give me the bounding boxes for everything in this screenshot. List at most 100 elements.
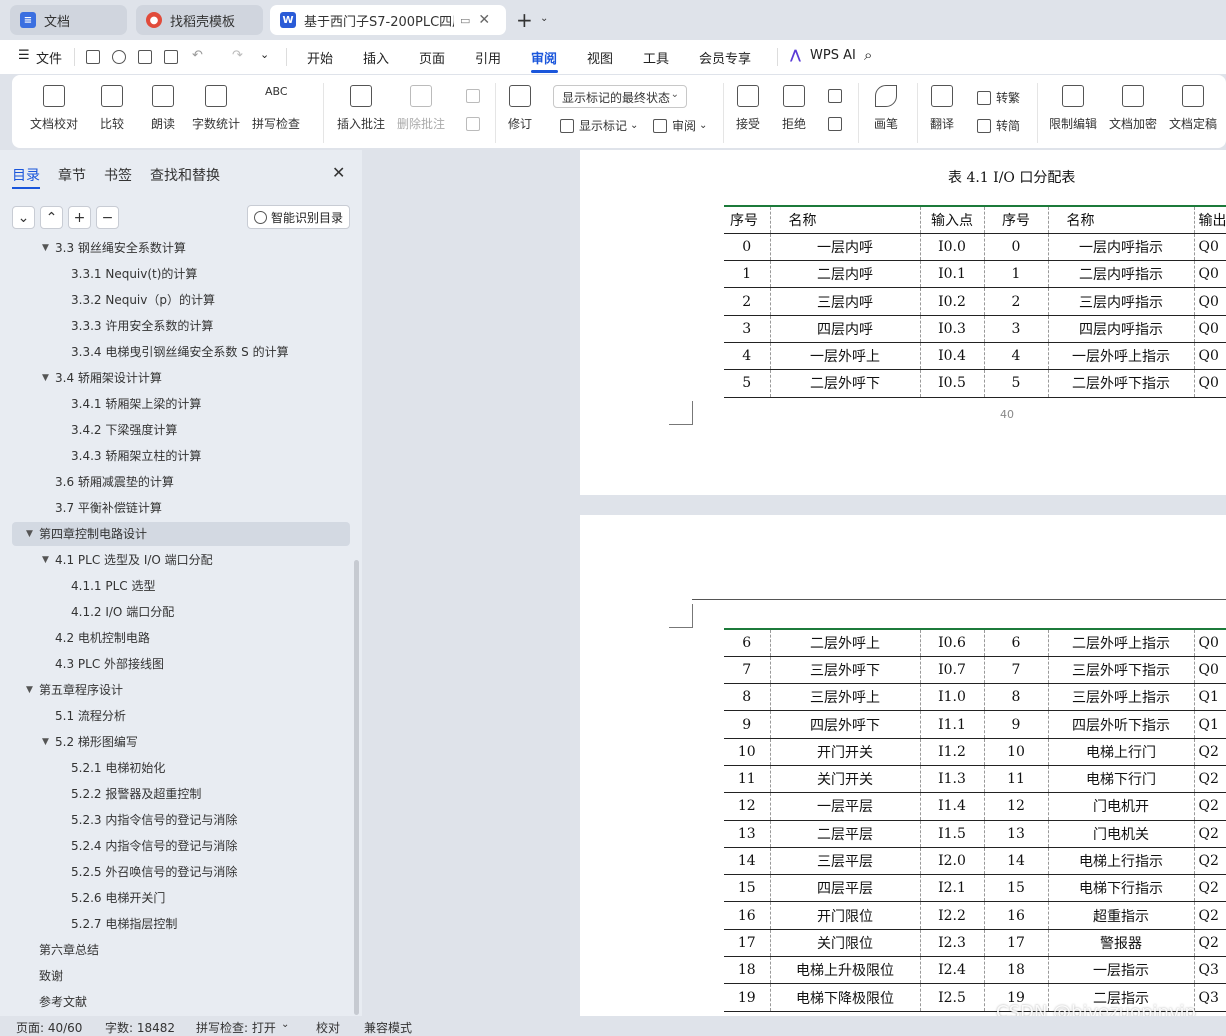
word-count-button[interactable]: 字数统计 bbox=[192, 83, 240, 132]
toc-item[interactable]: 致谢 bbox=[12, 964, 350, 988]
toc-item[interactable]: 5.2.5 外召唤信号的登记与消除 bbox=[12, 860, 350, 884]
word-count[interactable]: 字数: 18482 bbox=[105, 1019, 175, 1036]
next-comment-icon[interactable] bbox=[466, 117, 480, 131]
reject-button[interactable]: 拒绝 bbox=[782, 83, 806, 132]
spell-check-button[interactable]: ABC 拼写检查 bbox=[252, 83, 300, 132]
menu-wps-ai[interactable]: WPS AI bbox=[810, 48, 856, 63]
hamburger-icon[interactable]: ☰ bbox=[18, 48, 30, 63]
share-icon[interactable] bbox=[112, 50, 126, 64]
toc-item[interactable]: 3.6 轿厢减震垫的计算 bbox=[12, 470, 350, 494]
add-heading-button[interactable]: + bbox=[68, 206, 91, 229]
toc-item[interactable]: 5.2.4 内指令信号的登记与消除 bbox=[12, 834, 350, 858]
menu-insert[interactable]: 插入 bbox=[363, 48, 389, 67]
markup-display-select[interactable]: 显示标记的最终状态 ⌄ bbox=[553, 85, 687, 108]
print-preview-icon[interactable] bbox=[164, 50, 178, 64]
menu-member[interactable]: 会员专享 bbox=[699, 48, 751, 67]
menu-view[interactable]: 视图 bbox=[587, 48, 613, 67]
review-pane-button[interactable]: 审阅 ⌄ bbox=[653, 117, 707, 134]
compare-button[interactable]: 比较 bbox=[100, 83, 124, 132]
expand-down-button[interactable]: ⌄ bbox=[12, 206, 35, 229]
expand-arrow-icon[interactable]: ▼ bbox=[26, 522, 33, 546]
next-change-icon[interactable] bbox=[828, 117, 842, 131]
toc-item[interactable]: 3.4.2 下梁强度计算 bbox=[12, 418, 350, 442]
tab-find-replace[interactable]: 查找和替换 bbox=[150, 165, 220, 185]
tab-documents[interactable]: ≡ 文档 bbox=[10, 5, 127, 35]
toc-item[interactable]: 3.4.3 轿厢架立柱的计算 bbox=[12, 444, 350, 468]
close-icon[interactable]: ✕ bbox=[332, 163, 345, 182]
toc-item[interactable]: ▼ 第五章程序设计 bbox=[12, 678, 350, 702]
toc-item[interactable]: 3.3.4 电梯曳引钢丝绳安全系数 S 的计算 bbox=[12, 340, 350, 364]
translate-button[interactable]: 翻译 bbox=[930, 83, 954, 132]
toc-item[interactable]: ▼ 3.4 轿厢架设计计算 bbox=[12, 366, 350, 390]
undo-icon[interactable]: ↶ bbox=[192, 48, 203, 63]
toc-item[interactable]: 5.2.2 报警器及超重控制 bbox=[12, 782, 350, 806]
finalize-button[interactable]: 文档定稿 bbox=[1169, 83, 1217, 132]
restrict-edit-button[interactable]: 限制编辑 bbox=[1049, 83, 1097, 132]
remove-heading-button[interactable]: − bbox=[96, 206, 119, 229]
prev-change-icon[interactable] bbox=[828, 89, 842, 103]
tab-templates[interactable]: ● 找稻壳模板 bbox=[136, 5, 263, 35]
read-aloud-button[interactable]: 朗读 bbox=[151, 83, 175, 132]
track-changes-button[interactable]: 修订 bbox=[508, 83, 532, 132]
encrypt-button[interactable]: 文档加密 bbox=[1109, 83, 1157, 132]
toc-item[interactable]: 5.2.3 内指令信号的登记与消除 bbox=[12, 808, 350, 832]
insert-comment-button[interactable]: 插入批注 bbox=[337, 83, 385, 132]
toc-item[interactable]: 5.1 流程分析 bbox=[12, 704, 350, 728]
toc-item[interactable]: 5.2.7 电梯指层控制 bbox=[12, 912, 350, 936]
toc-item[interactable]: 4.1.2 I/O 端口分配 bbox=[12, 600, 350, 624]
tab-current-document[interactable]: W 基于西门子S7-200PLC四层电 ▭ ✕ bbox=[270, 5, 506, 35]
toc-item[interactable]: 5.2.6 电梯开关门 bbox=[12, 886, 350, 910]
accept-button[interactable]: 接受 bbox=[736, 83, 760, 132]
menu-tools[interactable]: 工具 bbox=[643, 48, 669, 67]
scrollbar[interactable] bbox=[354, 560, 359, 1015]
toc-item[interactable]: ▼ 3.3 钢丝绳安全系数计算 bbox=[12, 240, 350, 260]
print-icon[interactable] bbox=[138, 50, 152, 64]
toc-item[interactable]: 4.1.1 PLC 选型 bbox=[12, 574, 350, 598]
expand-arrow-icon[interactable]: ▼ bbox=[42, 366, 49, 390]
toc-item[interactable]: 4.2 电机控制电路 bbox=[12, 626, 350, 650]
toc-item[interactable]: 第六章总结 bbox=[12, 938, 350, 962]
chevron-down-icon[interactable]: ⌄ bbox=[260, 48, 269, 61]
menu-review[interactable]: 审阅 bbox=[531, 48, 557, 67]
tab-toc[interactable]: 目录 bbox=[12, 165, 40, 185]
search-icon[interactable]: ⌕ bbox=[864, 46, 872, 64]
toc-item[interactable]: 4.3 PLC 外部接线图 bbox=[12, 652, 350, 676]
chevron-down-icon[interactable]: ⌄ bbox=[540, 13, 548, 24]
expand-arrow-icon[interactable]: ▼ bbox=[42, 730, 49, 754]
expand-arrow-icon[interactable]: ▼ bbox=[42, 240, 49, 260]
spell-check-status[interactable]: 拼写检查: 打开 bbox=[196, 1019, 276, 1036]
toc-item[interactable]: 5.2.1 电梯初始化 bbox=[12, 756, 350, 780]
pen-button[interactable]: 画笔 bbox=[874, 83, 898, 132]
tab-chapters[interactable]: 章节 bbox=[58, 165, 86, 185]
toc-item[interactable]: 3.7 平衡补偿链计算 bbox=[12, 496, 350, 520]
toc-item[interactable]: ▼ 第四章控制电路设计 bbox=[12, 522, 350, 546]
close-icon[interactable]: ✕ bbox=[478, 12, 490, 28]
toc-item[interactable]: 参考文献 bbox=[12, 990, 350, 1014]
menu-file[interactable]: 文件 bbox=[36, 48, 62, 67]
toc-item[interactable]: 3.4.1 轿厢架上梁的计算 bbox=[12, 392, 350, 416]
toc-item[interactable]: 3.3.3 许用安全系数的计算 bbox=[12, 314, 350, 338]
menu-reference[interactable]: 引用 bbox=[475, 48, 501, 67]
expand-arrow-icon[interactable]: ▼ bbox=[26, 678, 33, 702]
to-simplified-button[interactable]: 转简 bbox=[977, 117, 1020, 134]
tab-bookmarks[interactable]: 书签 bbox=[104, 165, 132, 185]
to-traditional-button[interactable]: 转繁 bbox=[977, 89, 1020, 106]
menu-page[interactable]: 页面 bbox=[419, 48, 445, 67]
collapse-up-button[interactable]: ⌃ bbox=[40, 206, 63, 229]
prev-comment-icon[interactable] bbox=[466, 89, 480, 103]
delete-comment-button[interactable]: 删除批注 bbox=[397, 83, 445, 132]
menu-start[interactable]: 开始 bbox=[307, 48, 333, 67]
toc-item[interactable]: 3.3.2 Nequiv（p）的计算 bbox=[12, 288, 350, 312]
page-indicator[interactable]: 页面: 40/60 bbox=[16, 1019, 82, 1036]
proof-status[interactable]: 校对 bbox=[316, 1019, 340, 1036]
new-tab-icon[interactable]: + bbox=[516, 8, 533, 32]
redo-icon[interactable]: ↷ bbox=[232, 48, 243, 63]
toc-item[interactable]: 3.3.1 Nequiv(t)的计算 bbox=[12, 262, 350, 286]
doc-check-button[interactable]: 文档校对 bbox=[30, 83, 78, 132]
chevron-down-icon[interactable]: ⌄ bbox=[281, 1019, 289, 1030]
show-markup-button[interactable]: 显示标记 ⌄ bbox=[560, 117, 638, 134]
expand-arrow-icon[interactable]: ▼ bbox=[42, 548, 49, 572]
save-icon[interactable] bbox=[86, 50, 100, 64]
toc-item[interactable]: ▼ 5.2 梯形图编写 bbox=[12, 730, 350, 754]
toc-item[interactable]: ▼ 4.1 PLC 选型及 I/O 端口分配 bbox=[12, 548, 350, 572]
